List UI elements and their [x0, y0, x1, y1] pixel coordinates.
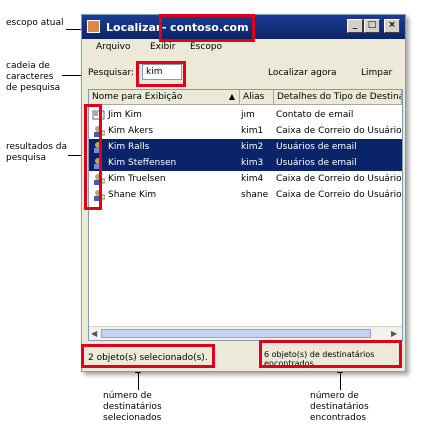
- row-name: Jim Kim: [108, 110, 142, 120]
- table-row[interactable]: Jim Kim jım Contato de email: [89, 107, 402, 123]
- row-type: Usuários de email: [276, 142, 357, 152]
- highlight-found-count: [259, 340, 402, 368]
- table-row[interactable]: Kim Akers kim1 Caixa de Correio do Usuár…: [89, 123, 402, 139]
- row-type: Caixa de Correio do Usuário: [276, 190, 402, 200]
- results-list[interactable]: Nome para Exibição ▲ Alias Detalhes do T…: [88, 89, 403, 341]
- row-alias: jım: [241, 110, 255, 120]
- callout-line-found: [340, 372, 341, 390]
- highlight-scope: [159, 14, 255, 42]
- minimize-button[interactable]: _: [347, 19, 363, 33]
- menu-arquivo[interactable]: Arquivo: [96, 42, 130, 52]
- menu-escopo[interactable]: Escopo: [190, 42, 222, 52]
- scroll-right-icon[interactable]: ▶: [391, 329, 397, 338]
- table-row[interactable]: Kim Truelsen kim4 Caixa de Correio do Us…: [89, 171, 402, 187]
- column-header-type[interactable]: Detalhes do Tipo de Destinatário: [274, 90, 402, 105]
- find-now-button[interactable]: Localizar agora: [268, 68, 337, 78]
- row-alias: kim1: [241, 126, 264, 136]
- callout-search-string: cadeia de caracteres de pesquisa: [6, 61, 61, 93]
- table-row[interactable]: Kim Steffensen kim3 Usuários de email: [89, 155, 402, 171]
- row-name: Kim Akers: [108, 126, 154, 136]
- callout-line-selected: [138, 372, 139, 390]
- scroll-left-icon[interactable]: ◀: [91, 329, 97, 338]
- row-alias: kim4: [241, 174, 264, 184]
- column-header-alias[interactable]: Alias: [240, 90, 274, 105]
- highlight-selected-count: [81, 344, 215, 368]
- clear-button[interactable]: Limpar: [361, 68, 392, 78]
- callout-found-count: número de destinatários encontrados: [310, 391, 369, 423]
- row-name: Shane Kim: [108, 190, 157, 200]
- sort-arrow-icon: ▲: [228, 92, 235, 101]
- column-label-display-name: Nome para Exibição: [92, 92, 183, 102]
- highlight-results: [84, 104, 102, 210]
- callout-current-scope: escopo atual: [6, 18, 64, 28]
- row-name: Kim Ralls: [108, 142, 150, 152]
- find-app-icon: [87, 20, 100, 33]
- window-title: Localizar: [106, 21, 162, 34]
- row-alias: kim3: [241, 158, 264, 168]
- search-label: Pesquisar:: [88, 68, 135, 78]
- row-type: Usuários de email: [276, 158, 357, 168]
- row-name: Kim Steffensen: [108, 158, 177, 168]
- table-row[interactable]: Shane Kim shane Caixa de Correio do Usuá…: [89, 187, 402, 203]
- callout-selected-count: número de destinatários selecionados: [103, 391, 162, 423]
- search-row: Pesquisar: kim Localizar agora Limpar: [82, 59, 405, 83]
- highlight-search-string: [136, 61, 186, 87]
- maximize-button[interactable]: □: [364, 19, 380, 33]
- close-button[interactable]: ×: [384, 19, 400, 33]
- row-type: Contato de email: [276, 110, 354, 120]
- scrollbar-thumb[interactable]: [101, 329, 371, 338]
- callout-search-results: resultados da pesquisa: [6, 142, 67, 163]
- row-type: Caixa de Correio do Usuário: [276, 174, 402, 184]
- row-name: Kim Truelsen: [108, 174, 166, 184]
- table-row[interactable]: Kim Ralls kim2 Usuários de email: [89, 139, 402, 155]
- row-alias: kim2: [241, 142, 264, 152]
- column-header-display-name[interactable]: Nome para Exibição ▲: [89, 90, 240, 105]
- row-type: Caixa de Correio do Usuário: [276, 126, 402, 136]
- menu-exibir[interactable]: Exibir: [150, 42, 175, 52]
- row-alias: shane: [241, 190, 269, 200]
- find-window: Localizar - contoso.com _ □ × Arquivo Ex…: [81, 14, 406, 372]
- horizontal-scrollbar[interactable]: ◀ ▶: [89, 326, 402, 340]
